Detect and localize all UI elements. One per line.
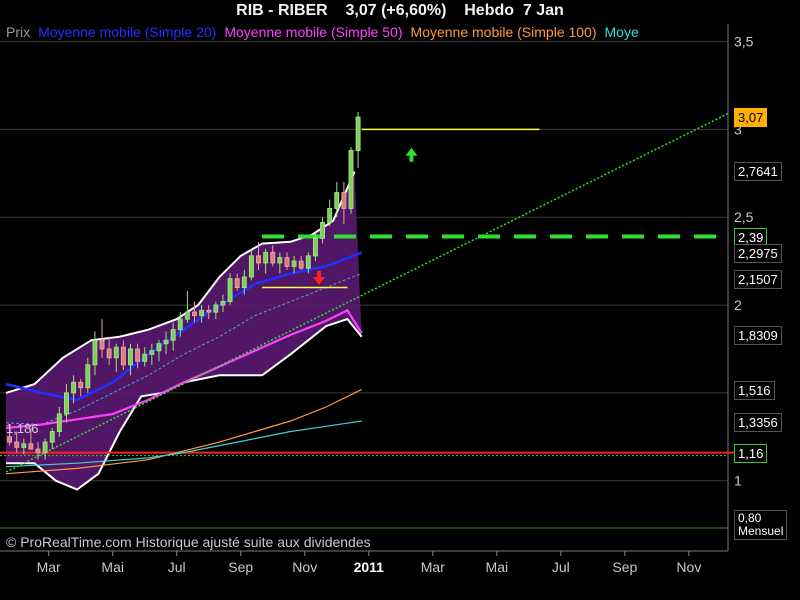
price-tag: 2,7641 bbox=[734, 161, 782, 181]
candle-body bbox=[348, 149, 354, 209]
credit-text: © ProRealTime.com Historique ajusté suit… bbox=[6, 534, 371, 550]
candle-body bbox=[49, 431, 55, 443]
candle-body bbox=[241, 276, 247, 288]
candle-body bbox=[248, 255, 254, 278]
chart-legend: Prix Moyenne mobile (Simple 20) Moyenne mo… bbox=[6, 24, 728, 40]
legend-item: Moyenne mobile (Simple 20) bbox=[38, 24, 217, 40]
legend-item: Moyenne mobile (Simple 100) bbox=[410, 24, 597, 40]
candle-body bbox=[305, 255, 311, 269]
plot-area bbox=[0, 24, 728, 551]
candle-body bbox=[163, 339, 169, 345]
candle-body bbox=[71, 381, 77, 394]
price-chart[interactable]: 3,532,521,51MarMaiJulSepNov2011MarMaiJul… bbox=[0, 0, 800, 600]
candle-body bbox=[355, 116, 361, 151]
candle-body bbox=[199, 309, 205, 317]
candle-body bbox=[327, 207, 333, 224]
candle-body bbox=[21, 443, 27, 448]
y-tick-label: 3,5 bbox=[734, 34, 754, 50]
legend-item: Prix bbox=[6, 24, 31, 40]
x-tick-label: Jul bbox=[552, 559, 570, 575]
price-tag: 1,3356 bbox=[734, 412, 782, 432]
candle-body bbox=[120, 346, 126, 366]
price-tag: 1,8309 bbox=[734, 325, 782, 345]
candle-body bbox=[227, 278, 233, 303]
candle-body bbox=[341, 192, 347, 209]
candle-body bbox=[192, 311, 197, 317]
x-tick-label: Mai bbox=[101, 559, 124, 575]
left-price-label: 1,186 bbox=[6, 421, 39, 436]
x-tick-label: Mai bbox=[486, 559, 509, 575]
candle-body bbox=[85, 364, 91, 389]
candle-body bbox=[42, 441, 48, 454]
price-tag: 2,2975 bbox=[734, 243, 782, 263]
x-tick-label: Nov bbox=[292, 559, 317, 575]
candle-body bbox=[213, 304, 219, 313]
legend-item: Moye bbox=[604, 24, 639, 40]
candle-body bbox=[220, 301, 226, 306]
candle-body bbox=[128, 348, 133, 366]
candle-body bbox=[7, 436, 13, 443]
candle-body bbox=[78, 381, 84, 389]
candle-body bbox=[334, 192, 340, 209]
candle-body bbox=[284, 257, 290, 267]
x-tick-label: Mar bbox=[421, 559, 445, 575]
price-tag: 1,16 bbox=[734, 443, 768, 463]
candle-body bbox=[270, 251, 276, 264]
candle-body bbox=[35, 448, 41, 454]
candle-body bbox=[156, 343, 162, 352]
x-tick-label: 2011 bbox=[354, 559, 385, 575]
candle-body bbox=[277, 257, 283, 264]
price-tag: 2,1507 bbox=[734, 269, 782, 289]
candle-body bbox=[298, 260, 304, 269]
candle-body bbox=[291, 260, 297, 267]
price-tag: 3,07 bbox=[734, 108, 768, 128]
candle-body bbox=[92, 339, 98, 366]
candle-body bbox=[170, 329, 176, 341]
candle-body bbox=[64, 392, 69, 415]
x-tick-label: Sep bbox=[228, 559, 253, 575]
x-tick-label: Nov bbox=[676, 559, 701, 575]
candle-body bbox=[312, 237, 318, 257]
y-tick-label: 2,5 bbox=[734, 209, 754, 225]
x-tick-label: Mar bbox=[37, 559, 61, 575]
candle-body bbox=[99, 339, 105, 350]
candle-body bbox=[14, 441, 20, 448]
candle-body bbox=[234, 278, 240, 289]
chart-title: RIB - RIBER 3,07 (+6,60%) Hebdo 7 Jan bbox=[236, 2, 564, 19]
candle-body bbox=[135, 348, 141, 362]
x-tick-label: Sep bbox=[612, 559, 637, 575]
candle-body bbox=[263, 251, 269, 264]
candle-body bbox=[113, 346, 119, 359]
candle-body bbox=[320, 222, 325, 239]
y-tick-label: 1 bbox=[734, 473, 742, 489]
price-tag: 1,516 bbox=[734, 381, 775, 401]
chart-window: 3,532,521,51MarMaiJulSepNov2011MarMaiJul… bbox=[0, 0, 800, 600]
candle-body bbox=[142, 353, 148, 362]
candle-body bbox=[177, 318, 183, 331]
candle-body bbox=[56, 413, 62, 433]
candle-body bbox=[256, 255, 261, 264]
x-tick-label: Jul bbox=[168, 559, 186, 575]
candle-body bbox=[206, 309, 212, 313]
bottom-period-tag: 0,80 Mensuel bbox=[734, 510, 788, 540]
y-tick-label: 2 bbox=[734, 297, 742, 313]
candle-body bbox=[149, 350, 155, 355]
candle-body bbox=[28, 443, 34, 450]
legend-item: Moyenne mobile (Simple 50) bbox=[224, 24, 403, 40]
candle-body bbox=[106, 348, 112, 359]
candle-body bbox=[184, 311, 190, 320]
